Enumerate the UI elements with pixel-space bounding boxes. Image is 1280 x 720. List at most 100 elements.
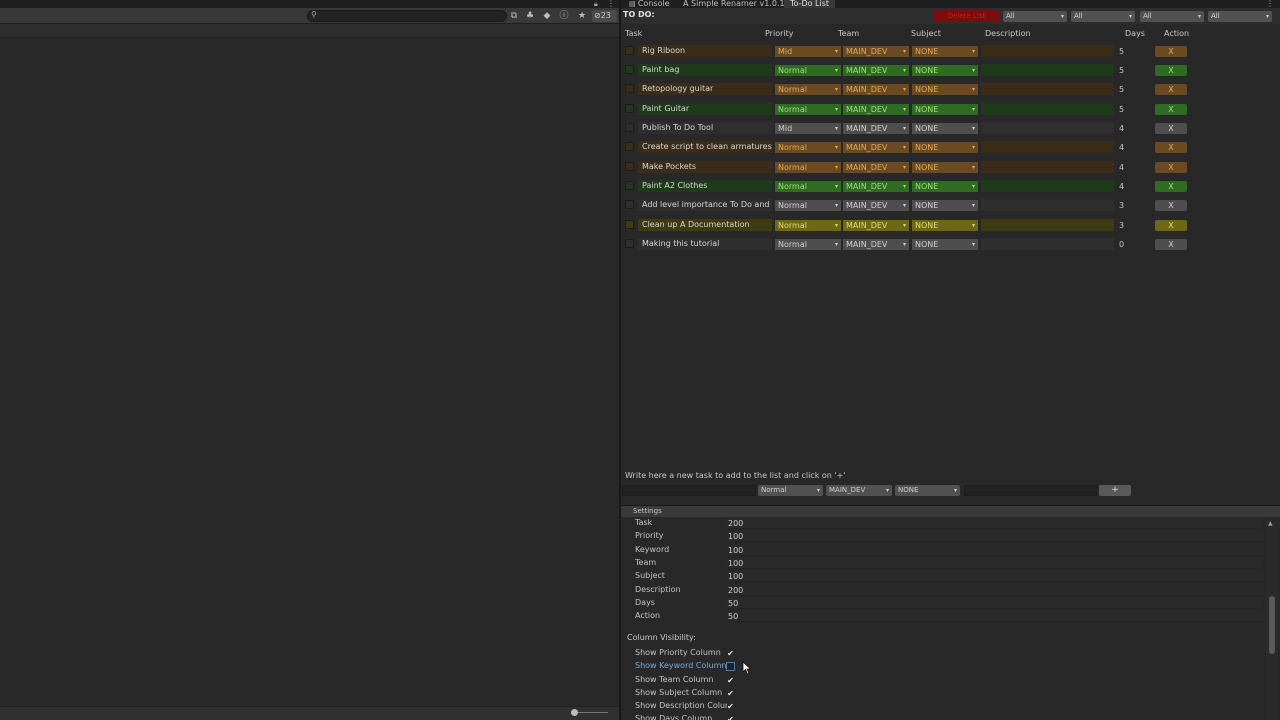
team-dropdown[interactable]: MAIN_DEV ▾ xyxy=(843,103,909,115)
panel-divider[interactable] xyxy=(619,0,621,720)
subject-dropdown[interactable]: NONE ▾ xyxy=(912,238,978,250)
subject-filter[interactable]: All ▾ xyxy=(1140,11,1204,22)
team-dropdown[interactable]: MAIN_DEV ▾ xyxy=(843,199,909,211)
task-name-field[interactable]: Paint A2 Clothes xyxy=(638,180,772,192)
delete-task-button[interactable]: X xyxy=(1155,45,1187,57)
team-dropdown[interactable]: MAIN_DEV ▾ xyxy=(843,83,909,95)
priority-dropdown[interactable]: Normal ▾ xyxy=(775,199,841,211)
priority-dropdown[interactable]: Mid ▾ xyxy=(775,122,841,134)
done-checkbox[interactable] xyxy=(625,162,634,171)
subject-dropdown[interactable]: NONE ▾ xyxy=(912,64,978,76)
delete-task-button[interactable]: X xyxy=(1155,199,1187,211)
visibility-checkbox[interactable]: ✔ xyxy=(726,689,735,698)
zoom-slider-knob[interactable] xyxy=(571,709,578,716)
done-checkbox[interactable] xyxy=(625,46,634,55)
priority-filter[interactable]: All ▾ xyxy=(1003,11,1067,22)
delete-task-button[interactable]: X xyxy=(1155,180,1187,192)
layers-icon[interactable]: ♣ xyxy=(524,10,536,22)
priority-dropdown[interactable]: Normal ▾ xyxy=(775,83,841,95)
subject-dropdown[interactable]: NONE ▾ xyxy=(912,161,978,173)
tab-console[interactable]: ▤ Console xyxy=(623,0,676,8)
task-name-field[interactable]: Clean up A Documentation xyxy=(638,219,772,231)
team-filter[interactable]: All ▾ xyxy=(1071,11,1135,22)
team-dropdown[interactable]: MAIN_DEV ▾ xyxy=(843,64,909,76)
width-field[interactable]: 200 xyxy=(727,585,1263,596)
tab-todo-list[interactable]: To-Do List xyxy=(784,0,836,8)
hidden-objects-toggle[interactable]: ⊘23 xyxy=(592,10,617,22)
task-name-field[interactable]: Publish To Do Tool xyxy=(638,122,772,134)
subject-dropdown[interactable]: NONE ▾ xyxy=(912,83,978,95)
description-field[interactable] xyxy=(981,103,1114,115)
width-field[interactable]: 100 xyxy=(727,545,1263,556)
zoom-slider-track[interactable] xyxy=(574,712,608,713)
subject-dropdown[interactable]: NONE ▾ xyxy=(912,180,978,192)
description-field[interactable] xyxy=(981,180,1114,192)
delete-list-button[interactable]: Delete List xyxy=(933,10,1000,22)
info-icon[interactable]: ⓘ xyxy=(558,10,570,22)
delete-task-button[interactable]: X xyxy=(1155,161,1187,173)
star-icon[interactable]: ★ xyxy=(576,10,588,22)
team-dropdown[interactable]: MAIN_DEV ▾ xyxy=(843,219,909,231)
task-name-field[interactable]: Make Pockets xyxy=(638,161,772,173)
width-field[interactable]: 100 xyxy=(727,558,1263,569)
team-dropdown[interactable]: MAIN_DEV ▾ xyxy=(843,45,909,57)
add-task-button[interactable]: + xyxy=(1099,485,1131,496)
priority-dropdown[interactable]: Normal ▾ xyxy=(775,161,841,173)
team-dropdown[interactable]: MAIN_DEV ▾ xyxy=(843,238,909,250)
priority-dropdown[interactable]: Mid ▾ xyxy=(775,45,841,57)
delete-task-button[interactable]: X xyxy=(1155,64,1187,76)
done-checkbox[interactable] xyxy=(625,239,634,248)
task-name-field[interactable]: Rig Riboon xyxy=(638,45,772,57)
done-checkbox[interactable] xyxy=(625,123,634,132)
task-name-field[interactable]: Create script to clean armatures xyxy=(638,141,772,153)
width-field[interactable]: 50 xyxy=(727,611,1263,622)
new-team-dropdown[interactable]: MAIN_DEV ▾ xyxy=(826,485,892,496)
description-field[interactable] xyxy=(981,45,1114,57)
description-field[interactable] xyxy=(981,64,1114,76)
task-name-field[interactable]: Paint bag xyxy=(638,64,772,76)
team-dropdown[interactable]: MAIN_DEV ▾ xyxy=(843,122,909,134)
task-name-field[interactable]: Making this tutorial xyxy=(638,238,772,250)
delete-task-button[interactable]: X xyxy=(1155,219,1187,231)
visibility-checkbox[interactable] xyxy=(726,662,735,671)
new-priority-dropdown[interactable]: Normal ▾ xyxy=(758,485,823,496)
visibility-checkbox[interactable]: ✔ xyxy=(726,676,735,685)
scrollbar-thumb[interactable] xyxy=(1269,596,1275,654)
done-checkbox[interactable] xyxy=(625,104,634,113)
priority-dropdown[interactable]: Normal ▾ xyxy=(775,219,841,231)
subject-dropdown[interactable]: NONE ▾ xyxy=(912,45,978,57)
done-checkbox[interactable] xyxy=(625,142,634,151)
more-icon[interactable]: ⋮ xyxy=(1266,0,1274,8)
subject-dropdown[interactable]: NONE ▾ xyxy=(912,103,978,115)
search-input[interactable]: ⚲ xyxy=(307,10,507,22)
subject-dropdown[interactable]: NONE ▾ xyxy=(912,141,978,153)
team-dropdown[interactable]: MAIN_DEV ▾ xyxy=(843,161,909,173)
width-field[interactable]: 100 xyxy=(727,531,1263,542)
new-subject-dropdown[interactable]: NONE ▾ xyxy=(895,485,960,496)
new-task-input[interactable] xyxy=(622,485,756,496)
priority-dropdown[interactable]: Normal ▾ xyxy=(775,64,841,76)
subject-dropdown[interactable]: NONE ▾ xyxy=(912,199,978,211)
done-checkbox[interactable] xyxy=(625,200,634,209)
visibility-checkbox[interactable]: ✔ xyxy=(726,649,735,658)
width-field[interactable]: 100 xyxy=(727,571,1263,582)
scroll-up-icon[interactable]: ▲ xyxy=(1268,520,1273,527)
done-checkbox[interactable] xyxy=(625,181,634,190)
done-checkbox[interactable] xyxy=(625,65,634,74)
description-field[interactable] xyxy=(981,122,1114,134)
tag-icon[interactable]: ◆ xyxy=(541,10,553,22)
subject-dropdown[interactable]: NONE ▾ xyxy=(912,122,978,134)
team-dropdown[interactable]: MAIN_DEV ▾ xyxy=(843,141,909,153)
team-dropdown[interactable]: MAIN_DEV ▾ xyxy=(843,180,909,192)
done-checkbox[interactable] xyxy=(625,220,634,229)
new-description-input[interactable] xyxy=(964,485,1097,496)
subject-dropdown[interactable]: NONE ▾ xyxy=(912,219,978,231)
description-field[interactable] xyxy=(981,83,1114,95)
visibility-checkbox[interactable]: ✔ xyxy=(726,715,735,720)
done-checkbox[interactable] xyxy=(625,84,634,93)
keyword-filter[interactable]: All ▾ xyxy=(1208,11,1272,22)
description-field[interactable] xyxy=(981,238,1114,250)
settings-foldout[interactable] xyxy=(621,505,1280,517)
description-field[interactable] xyxy=(981,199,1114,211)
task-name-field[interactable]: Retopology guitar xyxy=(638,83,772,95)
